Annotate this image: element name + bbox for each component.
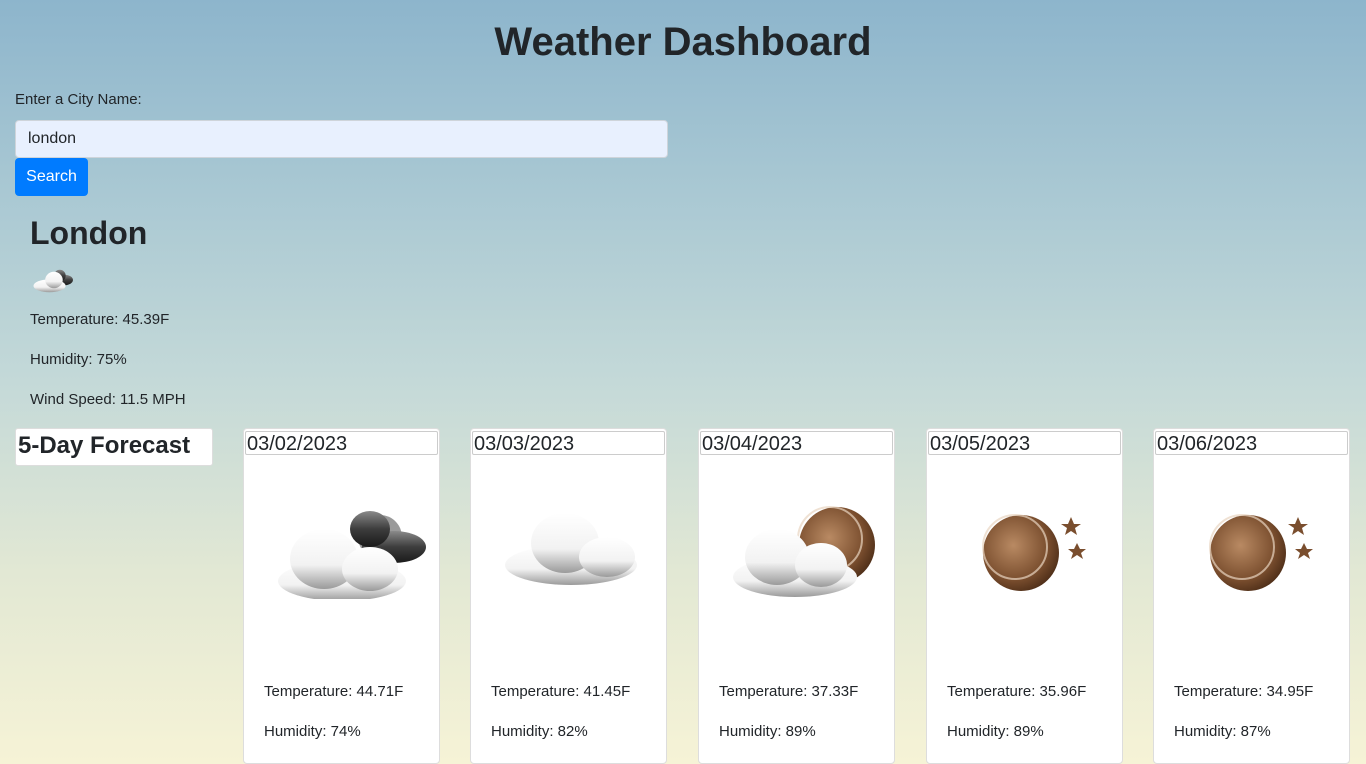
page-title: Weather Dashboard [494,20,872,64]
forecast-card: 03/06/2023 Temperature: 34.95F Humidity:… [1153,428,1350,764]
clear-night-icon [982,514,1086,591]
city-input-label: Enter a City Name: [15,91,142,108]
forecast-humidity: Humidity: 82% [491,723,588,740]
forecast-temperature: Temperature: 34.95F [1174,683,1314,700]
forecast-date: 03/05/2023 [928,431,1121,455]
forecast-temperature: Temperature: 35.96F [947,683,1087,700]
forecast-temperature: Temperature: 37.33F [719,683,859,700]
current-temperature: Temperature: 45.39F [30,311,170,328]
forecast-humidity: Humidity: 74% [264,723,361,740]
search-button[interactable]: Search [15,158,88,196]
cloud-icon [505,513,637,585]
forecast-date: 03/06/2023 [1155,431,1348,455]
cloudy-night-icon [733,506,875,597]
broken-clouds-icon [278,511,426,599]
current-city-name: London [30,215,148,251]
current-humidity: Humidity: 75% [30,351,127,368]
forecast-date: 03/04/2023 [700,431,893,455]
clear-night-icon [1209,514,1313,591]
city-search-input[interactable] [15,120,668,158]
forecast-card: 03/05/2023 Temperature: 35.96F Humidity:… [926,428,1123,764]
forecast-heading: 5-Day Forecast [15,428,213,466]
broken-clouds-icon [33,269,73,293]
forecast-humidity: Humidity: 89% [947,723,1044,740]
forecast-humidity: Humidity: 87% [1174,723,1271,740]
forecast-humidity: Humidity: 89% [719,723,816,740]
forecast-temperature: Temperature: 44.71F [264,683,404,700]
current-wind-speed: Wind Speed: 11.5 MPH [30,391,186,408]
forecast-temperature: Temperature: 41.45F [491,683,631,700]
forecast-card: 03/02/2023 Temperature: 44.71F Humidity:… [243,428,440,764]
forecast-card: 03/03/2023 Temperature: 41.45F Humidity:… [470,428,667,764]
forecast-date: 03/03/2023 [472,431,665,455]
forecast-date: 03/02/2023 [245,431,438,455]
forecast-card: 03/04/2023 Temperature: 37.33F Humidity:… [698,428,895,764]
